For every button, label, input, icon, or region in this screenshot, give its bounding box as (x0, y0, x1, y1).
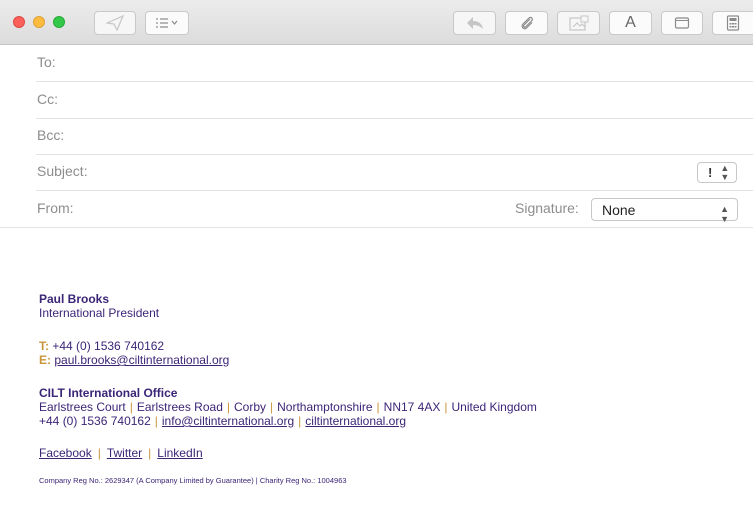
paperclip-icon (520, 14, 534, 32)
to-label: To: (37, 54, 56, 70)
twitter-link[interactable]: Twitter (107, 446, 142, 460)
separator: | (154, 414, 158, 428)
send-button[interactable] (94, 11, 136, 35)
subject-field-row[interactable]: Subject: ! ▲ ▼ (0, 154, 753, 191)
priority-value: ! (708, 165, 713, 180)
window-toolbar: A (0, 0, 753, 45)
send-icon (106, 15, 124, 31)
office-contact: +44 (0) 1536 740162 | info@ciltinternation… (39, 414, 406, 428)
separator: | (129, 400, 133, 414)
email-tag: E: (39, 353, 51, 367)
signature-select-value: None (602, 202, 636, 218)
phone-number: +44 (0) 1536 740162 (52, 339, 165, 353)
window-button[interactable] (661, 11, 703, 35)
signature-select[interactable]: None ▲ ▼ (591, 198, 738, 224)
signature-role: International President (39, 306, 160, 320)
address-part: Northamptonshire (277, 400, 373, 414)
format-button[interactable]: A (609, 11, 652, 35)
separator: | (148, 446, 152, 460)
address-part: United Kingdom (451, 400, 537, 414)
reply-button[interactable] (453, 11, 496, 35)
address-part: Earlstrees Road (136, 400, 223, 414)
to-field-row[interactable]: To: (0, 45, 753, 82)
office-address: Earlstrees Court | Earlstrees Road | Corby | N… (39, 400, 537, 414)
separator: | (376, 400, 380, 414)
window-icon (674, 16, 690, 30)
company-registration-footer: Company Reg No.: 2629347 (A Company Limi… (39, 476, 347, 485)
message-body[interactable] (0, 228, 753, 514)
cc-field-row[interactable]: Cc: (0, 82, 753, 119)
signature-email-line: E: paul.brooks@ciltinternational.org (39, 353, 229, 367)
signature-label: Signature: (515, 200, 579, 216)
list-icon (155, 17, 179, 29)
office-web-link[interactable]: ciltinternational.org (305, 414, 406, 428)
office-email-link[interactable]: info@ciltinternational.org (162, 414, 294, 428)
separator: | (444, 400, 448, 414)
updown-chevron-icon: ▲ ▼ (720, 162, 730, 182)
phone-tag: T: (39, 339, 49, 353)
from-label: From: (37, 200, 74, 216)
address-part: Corby (234, 400, 267, 414)
email-link[interactable]: paul.brooks@ciltinternational.org (54, 353, 229, 367)
separator: | (226, 400, 230, 414)
office-phone: +44 (0) 1536 740162 (39, 414, 151, 428)
minimize-window-button[interactable] (33, 16, 45, 28)
bcc-label: Bcc: (37, 127, 65, 143)
linkedin-link[interactable]: LinkedIn (157, 446, 202, 460)
attach-button[interactable] (505, 11, 548, 35)
calculator-icon (726, 15, 740, 31)
cc-label: Cc: (37, 91, 58, 107)
separator: | (298, 414, 302, 428)
address-part: Earlstrees Court (39, 400, 126, 414)
priority-select[interactable]: ! ▲ ▼ (697, 162, 737, 183)
office-title: CILT International Office (39, 386, 178, 400)
markup-button[interactable] (712, 11, 753, 35)
from-field-row[interactable]: From: Signature: None ▲ ▼ (0, 191, 753, 228)
social-links: Facebook | Twitter | LinkedIn (39, 446, 203, 460)
bcc-field-row[interactable]: Bcc: (0, 118, 753, 155)
address-part: NN17 4AX (383, 400, 441, 414)
reply-icon (466, 16, 484, 30)
separator: | (270, 400, 274, 414)
zoom-window-button[interactable] (53, 16, 65, 28)
signature-phone-line: T: +44 (0) 1536 740162 (39, 339, 164, 353)
facebook-link[interactable]: Facebook (39, 446, 92, 460)
signature-name: Paul Brooks (39, 292, 110, 306)
photo-button[interactable] (557, 11, 600, 35)
header-fields-button[interactable] (145, 11, 189, 35)
subject-label: Subject: (37, 163, 88, 179)
updown-chevron-icon: ▲ ▼ (720, 204, 729, 224)
separator: | (97, 446, 101, 460)
font-icon: A (625, 14, 636, 31)
photo-icon (568, 15, 589, 31)
close-window-button[interactable] (13, 16, 25, 28)
